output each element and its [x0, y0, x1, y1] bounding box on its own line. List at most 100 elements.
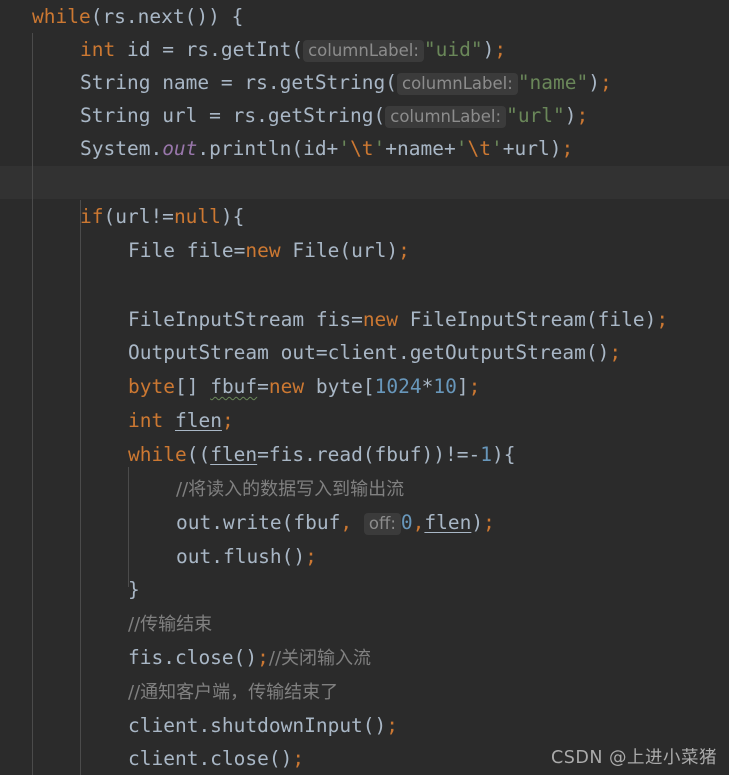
code-line-7[interactable]: if(url!=null){	[0, 200, 729, 233]
token-escape-tab-2: \t	[467, 137, 491, 160]
token-keyword-while: while	[32, 5, 91, 28]
token-comma-1: ,	[340, 511, 353, 534]
code-line-23[interactable]: client.shutdownInput();	[0, 709, 729, 742]
code-line-18[interactable]: out.flush();	[0, 540, 729, 573]
token-type-fileinputstream: FileInputStream	[128, 308, 305, 331]
token-keyword-null: null	[173, 205, 221, 228]
token-variable-fbuf: fbuf	[210, 375, 258, 398]
token-bracket-open: [	[362, 375, 375, 398]
token-system: System.	[80, 137, 163, 160]
token-semicolon: ;	[398, 239, 410, 262]
token-semicolon: ;	[600, 71, 612, 94]
token-keyword-new: new	[268, 375, 305, 398]
token-client-shutdowninput-call: client.shutdownInput()	[128, 714, 387, 737]
code-line-14[interactable]: int flen;	[0, 404, 729, 437]
code-line-2[interactable]: int id = rs.getInt(columnLabel: "uid");	[0, 33, 729, 66]
token-string-url: "url"	[506, 104, 565, 127]
code-line-5[interactable]: System.out.println(id+'\t'+name+'\t'+url…	[0, 132, 729, 165]
token-semicolon: ;	[292, 747, 305, 770]
token-escape-tab-1: \t	[350, 137, 374, 160]
token-semicolon: ;	[494, 38, 507, 61]
token-paren-close: )	[588, 71, 601, 94]
code-line-20[interactable]: //传输结束	[0, 607, 729, 640]
token-paren-close: )	[471, 511, 484, 534]
token-string-name: "name"	[517, 71, 589, 94]
comment-transfer-finished: //传输结束	[128, 614, 213, 635]
token-keyword-if: if	[80, 205, 104, 228]
token-keyword-new: new	[362, 308, 399, 331]
token-static-field-out: out	[162, 137, 198, 160]
token-fileinputstream-constructor: FileInputStream(file)	[398, 308, 657, 331]
token-number-1: 1	[480, 443, 492, 466]
token-while-condition: (rs.next()) {	[90, 5, 244, 28]
param-hint-off[interactable]: off:	[363, 513, 401, 535]
token-fis-close-call: fis.close()	[128, 646, 258, 669]
token-array-brackets: []	[174, 375, 211, 398]
token-char-quote-open-2: '	[455, 137, 468, 160]
token-type-byte-array: byte	[304, 375, 363, 398]
code-line-16[interactable]: //将读入的数据写入到输出流	[0, 472, 729, 505]
code-line-11[interactable]: FileInputStream fis=new FileInputStream(…	[0, 303, 729, 336]
comment-notify-client-transfer-done: //通知客户端，传输结束了	[128, 682, 339, 703]
token-char-quote-open-1: '	[338, 137, 351, 160]
comment-close-input-stream: //关闭输入流	[268, 648, 372, 669]
token-if-condition-tail: ){	[220, 205, 245, 228]
code-line-19[interactable]: }	[0, 573, 729, 606]
code-line-12[interactable]: OutputStream out=client.getOutputStream(…	[0, 336, 729, 369]
token-keyword-while: while	[128, 443, 187, 466]
token-semicolon: ;	[483, 511, 495, 534]
token-comma-2: ,	[412, 511, 425, 534]
code-line-9-blank[interactable]	[0, 268, 729, 301]
code-line-15[interactable]: while((flen=fis.read(fbuf))!=-1){	[0, 438, 729, 471]
code-line-21[interactable]: fis.close();//关闭输入流	[0, 641, 729, 674]
token-keyword-int: int	[128, 409, 164, 432]
token-type-string: String	[80, 71, 151, 94]
token-number-10: 10	[433, 375, 457, 398]
code-editor[interactable]: while(rs.next()) { int id = rs.getInt(co…	[0, 0, 729, 775]
token-read-expression: =fis.read(fbuf))!=	[257, 443, 469, 466]
token-char-quote-close-2: '	[490, 137, 503, 160]
token-block-open: ){	[491, 443, 516, 466]
param-hint-columnlabel-url[interactable]: columnLabel:	[385, 106, 507, 128]
code-line-4[interactable]: String url = rs.getString(columnLabel: "u…	[0, 99, 729, 132]
token-keyword-new: new	[245, 239, 281, 262]
token-semicolon: ;	[221, 409, 234, 432]
token-char-quote-close-1: '	[373, 137, 386, 160]
token-file-constructor: File(url)	[280, 239, 399, 262]
token-fis-declaration: fis=	[304, 308, 363, 331]
code-line-24[interactable]: client.close();	[0, 742, 729, 775]
code-line-22[interactable]: //通知客户端，传输结束了	[0, 675, 729, 708]
token-variable-flen: flen	[424, 511, 472, 534]
token-println-call: .println(id+	[197, 137, 339, 160]
code-line-3[interactable]: String name = rs.getString(columnLabel: "…	[0, 66, 729, 99]
token-out-write-call: out.write(fbuf	[176, 511, 341, 534]
token-semicolon: ;	[656, 308, 669, 331]
token-semicolon: ;	[305, 545, 317, 568]
token-id-declaration: id = rs.getInt(	[115, 38, 304, 61]
param-hint-columnlabel-name[interactable]: columnLabel:	[397, 73, 518, 95]
token-concat-url: +url)	[502, 137, 562, 160]
code-line-17[interactable]: out.write(fbuf, off: 0,flen);	[0, 506, 729, 539]
token-paren-close: )	[482, 38, 495, 61]
token-semicolon: ;	[386, 714, 399, 737]
token-keyword-int: int	[80, 38, 116, 61]
token-type-string: String	[80, 104, 151, 127]
code-line-8[interactable]: File file=new File(url);	[0, 234, 729, 267]
token-concat-name: +name+	[385, 137, 456, 160]
code-line-1[interactable]: while(rs.next()) {	[0, 0, 729, 33]
token-url-declaration: url = rs.getString(	[150, 104, 386, 127]
token-variable-flen: flen	[174, 409, 222, 432]
code-line-13[interactable]: byte[] fbuf=new byte[1024*10];	[0, 370, 729, 403]
token-operator-multiply: *	[421, 375, 434, 398]
token-client-close-call: client.close()	[128, 747, 293, 770]
code-line-6-blank[interactable]	[0, 166, 729, 199]
token-semicolon: ;	[468, 375, 481, 398]
token-number-1024: 1024	[374, 375, 422, 398]
token-type-file: File	[128, 239, 175, 262]
token-block-close: }	[128, 578, 140, 601]
token-string-uid: "uid"	[423, 38, 483, 61]
param-hint-columnlabel-uid[interactable]: columnLabel:	[303, 40, 424, 62]
token-semicolon: ;	[561, 137, 574, 160]
